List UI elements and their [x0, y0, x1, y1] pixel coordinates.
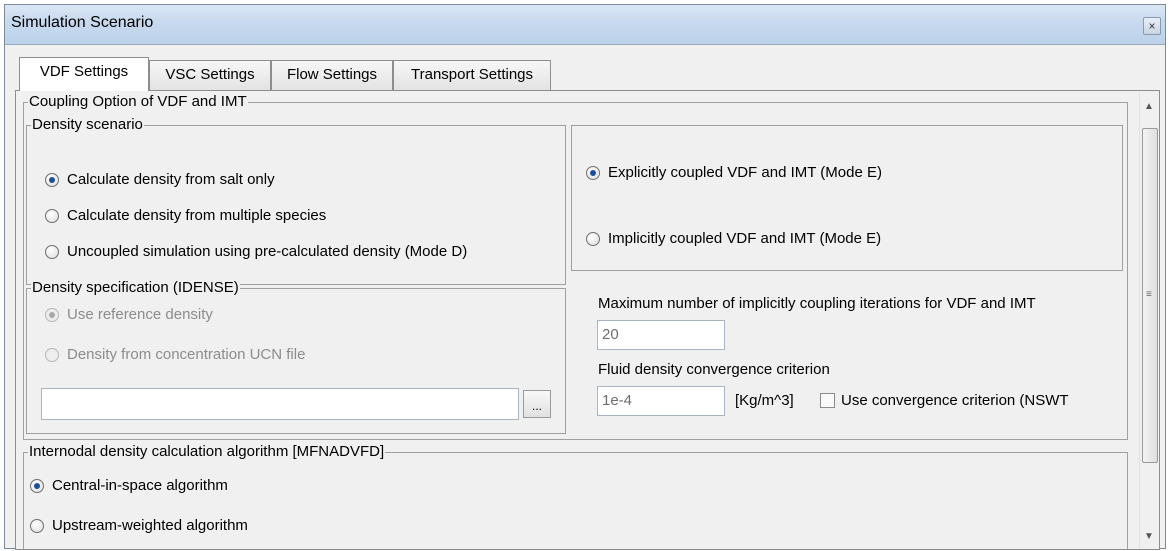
- radio-central-in-space[interactable]: Central-in-space algorithm: [30, 477, 228, 494]
- radio-button-icon[interactable]: [30, 478, 44, 493]
- density-scenario-legend: Density scenario: [31, 116, 144, 133]
- vdf-settings-page: Coupling Option of VDF and IMT Density s…: [15, 90, 1160, 550]
- radio-button-icon[interactable]: [30, 518, 44, 533]
- radio-button-icon[interactable]: [45, 244, 59, 259]
- radio-button-icon[interactable]: [45, 307, 59, 322]
- scroll-down-icon[interactable]: ▼: [1144, 531, 1154, 542]
- radio-button-icon[interactable]: [586, 231, 600, 246]
- convergence-criterion-label: Fluid density convergence criterion: [598, 361, 830, 378]
- scroll-up-icon[interactable]: ▲: [1144, 101, 1154, 112]
- radio-uncoupled-mode-d[interactable]: Uncoupled simulation using pre-calculate…: [45, 243, 467, 260]
- coupling-option-legend: Coupling Option of VDF and IMT: [28, 93, 248, 110]
- radio-button-icon[interactable]: [586, 165, 600, 180]
- radio-button-icon[interactable]: [45, 347, 59, 362]
- tab-transport-settings[interactable]: Transport Settings: [393, 60, 551, 90]
- radio-label: Implicitly coupled VDF and IMT (Mode E): [608, 230, 882, 247]
- internodal-algorithm-legend: Internodal density calculation algorithm…: [28, 443, 386, 460]
- radio-label: Use reference density: [67, 306, 213, 323]
- convergence-unit-label: [Kg/m^3]: [735, 392, 794, 409]
- tab-vdf-settings[interactable]: VDF Settings: [19, 57, 149, 91]
- max-iterations-input[interactable]: 20: [597, 320, 725, 350]
- internodal-algorithm-group: Internodal density calculation algorithm…: [23, 443, 1128, 549]
- use-convergence-nswt-checkbox[interactable]: Use convergence criterion (NSWT: [816, 392, 1069, 409]
- tab-flow-settings[interactable]: Flow Settings: [271, 60, 393, 90]
- radio-multiple-species[interactable]: Calculate density from multiple species: [45, 207, 326, 224]
- radio-label: Density from concentration UCN file: [67, 346, 306, 363]
- radio-label: Uncoupled simulation using pre-calculate…: [67, 243, 468, 260]
- scroll-thumb[interactable]: ≡: [1142, 128, 1158, 463]
- coupling-option-group: Coupling Option of VDF and IMT Density s…: [23, 93, 1128, 440]
- radio-label: Calculate density from salt only: [67, 171, 275, 188]
- radio-upstream-weighted[interactable]: Upstream-weighted algorithm: [30, 517, 248, 534]
- grip-icon: ≡: [1146, 289, 1152, 300]
- tab-vsc-settings[interactable]: VSC Settings: [149, 60, 271, 90]
- radio-label: Central-in-space algorithm: [52, 477, 228, 494]
- coupling-mode-pane: Explicitly coupled VDF and IMT (Mode E) …: [571, 125, 1123, 271]
- max-iterations-label: Maximum number of implicitly coupling it…: [598, 295, 1036, 312]
- radio-label: Calculate density from multiple species: [67, 207, 327, 224]
- checkbox-label: Use convergence criterion (NSWT: [841, 392, 1069, 409]
- close-button[interactable]: ×: [1143, 17, 1161, 35]
- radio-button-icon[interactable]: [45, 172, 59, 187]
- ucn-file-path-input[interactable]: [41, 388, 519, 420]
- radio-density-from-ucn[interactable]: Density from concentration UCN file: [45, 346, 305, 363]
- radio-implicit-mode-e[interactable]: Implicitly coupled VDF and IMT (Mode E): [586, 230, 881, 247]
- density-specification-group: Density specification (IDENSE) Use refer…: [26, 279, 566, 434]
- radio-salt-only[interactable]: Calculate density from salt only: [45, 171, 275, 188]
- density-specification-legend: Density specification (IDENSE): [31, 279, 240, 296]
- radio-button-icon[interactable]: [45, 208, 59, 223]
- density-scenario-group: Density scenario Calculate density from …: [26, 116, 566, 285]
- vertical-scrollbar[interactable]: ▲ ≡ ▼: [1139, 91, 1159, 549]
- radio-label: Explicitly coupled VDF and IMT (Mode E): [608, 164, 882, 181]
- checkbox-icon[interactable]: [820, 393, 835, 408]
- radio-explicit-mode-e[interactable]: Explicitly coupled VDF and IMT (Mode E): [586, 164, 882, 181]
- title-bar: Simulation Scenario ×: [5, 5, 1165, 45]
- radio-label: Upstream-weighted algorithm: [52, 517, 248, 534]
- browse-button[interactable]: ...: [523, 390, 551, 418]
- window-title: Simulation Scenario: [11, 14, 154, 31]
- simulation-scenario-window: Simulation Scenario × VDF Settings VSC S…: [4, 4, 1166, 550]
- convergence-criterion-input[interactable]: 1e-4: [597, 386, 725, 416]
- radio-use-reference-density[interactable]: Use reference density: [45, 306, 213, 323]
